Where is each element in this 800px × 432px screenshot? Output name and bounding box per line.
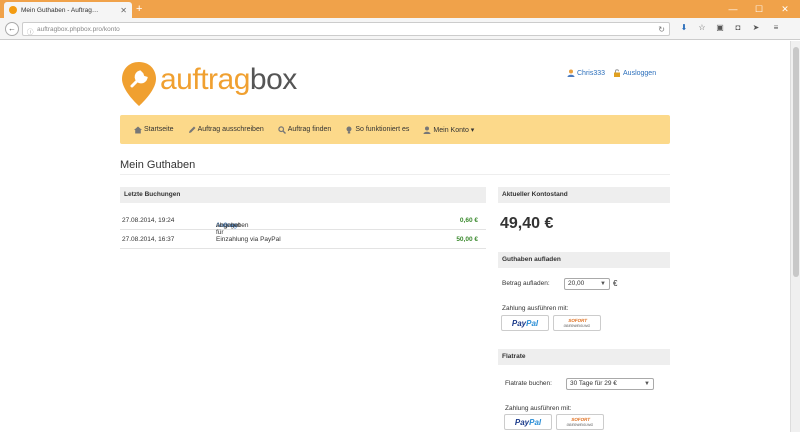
lightbulb-icon xyxy=(346,126,352,133)
booking-amount: 50,00 € xyxy=(456,236,478,243)
topup-heading: Guthaben aufladen xyxy=(498,252,670,268)
tab-close-icon[interactable]: ✕ xyxy=(120,6,127,15)
booking-amount: 0,60 € xyxy=(459,217,478,224)
hamburger-menu-icon[interactable]: ≡ xyxy=(770,23,782,32)
chevron-down-icon: ▼ xyxy=(644,381,650,387)
paypal-logo: PayPal xyxy=(514,417,542,427)
reload-icon[interactable]: ↻ xyxy=(658,25,665,34)
back-button[interactable]: ← xyxy=(5,22,19,36)
url-text: auftragbox.phpbox.pro/konto xyxy=(37,26,120,33)
info-icon: ⓘ xyxy=(27,29,34,36)
booking-description: Einzahlung via PayPal xyxy=(216,236,281,243)
menu-item-auftrag-finden[interactable]: Auftrag finden xyxy=(278,125,332,134)
menu-item-label: Startseite xyxy=(144,126,174,133)
chevron-down-icon: ▼ xyxy=(600,281,606,287)
balance-value: 49,40 € xyxy=(500,215,554,232)
menu-item-mein-konto[interactable]: Mein Konto ▾ xyxy=(423,126,474,134)
flatrate-select[interactable]: 30 Tage für 29 € ▼ xyxy=(566,378,654,390)
table-row: 27.08.2014, 16:37 Einzahlung via PayPal … xyxy=(120,231,486,249)
logout-label: Ausloggen xyxy=(623,69,657,77)
booking-date: 27.08.2014, 16:37 xyxy=(122,236,175,243)
topup-label: Betrag aufladen: xyxy=(502,280,550,287)
logo-text: auftragbox xyxy=(160,63,297,96)
browser-tab[interactable]: Mein Guthaben - Auftrag… ✕ xyxy=(4,2,132,18)
scrollbar-thumb[interactable] xyxy=(793,47,799,277)
pocket-icon[interactable]: ◘ xyxy=(732,23,744,32)
arrow-left-icon: ← xyxy=(8,24,16,33)
browser-titlebar: Mein Guthaben - Auftrag… ✕ + — ☐ ✕ xyxy=(0,0,800,18)
close-window-button[interactable]: ✕ xyxy=(772,0,798,18)
download-icon[interactable]: ⬇ xyxy=(678,23,690,32)
user-name: Chris333 xyxy=(577,69,606,77)
flatrate-sofort-button[interactable]: SOFORT ÜBERWEISUNG xyxy=(556,414,604,430)
sofort-logo: SOFORT ÜBERWEISUNG xyxy=(562,317,591,328)
menu-item-label: Mein Konto ▾ xyxy=(433,126,475,134)
flatrate-label: Flatrate buchen: xyxy=(505,380,552,387)
minimize-button[interactable]: — xyxy=(720,0,746,18)
flatrate-paypal-button[interactable]: PayPal xyxy=(504,414,552,430)
flatrate-heading: Flatrate xyxy=(498,349,670,365)
favicon-icon xyxy=(9,6,17,14)
topup-selected-value: 20,00 xyxy=(568,280,585,287)
page-content: auftragbox Chris333 Ausloggen Startseite… xyxy=(0,41,790,432)
site-logo[interactable]: auftragbox xyxy=(120,60,297,108)
user-profile-link[interactable]: Chris333 xyxy=(567,69,605,77)
pencil-icon xyxy=(188,126,196,133)
menu-item-label: So funktioniert es xyxy=(355,126,410,133)
title-divider xyxy=(120,174,670,175)
clipboard-icon[interactable]: ▣ xyxy=(714,23,726,32)
topup-currency: € xyxy=(613,279,618,288)
send-icon[interactable]: ➤ xyxy=(750,23,762,32)
menu-item-so-funktioniert-es[interactable]: So funktioniert es xyxy=(345,126,409,134)
flatrate-selected-value: 30 Tage für 29 € xyxy=(570,380,617,387)
menu-item-auftrag-ausschreiben[interactable]: Auftrag ausschreiben xyxy=(188,126,264,134)
menu-item-startseite[interactable]: Startseite xyxy=(134,126,174,134)
topup-sofort-button[interactable]: SOFORT ÜBERWEISUNG xyxy=(553,315,601,331)
lock-icon xyxy=(614,69,621,77)
topup-pay-label: Zahlung ausführen mit: xyxy=(502,305,569,312)
user-bar: Chris333 Ausloggen xyxy=(567,69,656,77)
browser-navbar: ← ⓘ auftragbox.phpbox.pro/konto ↻ ⬇ ☆ ▣ … xyxy=(0,18,800,40)
bookmark-star-icon[interactable]: ☆ xyxy=(696,23,708,32)
balance-heading: Aktueller Kontostand xyxy=(498,187,670,203)
tab-title: Mein Guthaben - Auftrag… xyxy=(21,6,99,14)
user-icon xyxy=(567,69,575,77)
bookings-heading: Letzte Buchungen xyxy=(120,187,486,203)
home-icon xyxy=(134,126,142,133)
search-icon xyxy=(278,125,286,134)
sofort-logo: SOFORT ÜBERWEISUNG xyxy=(565,416,594,427)
page-scrollbar[interactable] xyxy=(790,41,800,432)
logout-link[interactable]: Ausloggen xyxy=(613,69,656,77)
main-menu: Startseite Auftrag ausschreiben Auftrag … xyxy=(120,115,670,144)
user-icon xyxy=(423,126,431,134)
menu-item-label: Auftrag ausschreiben xyxy=(197,126,264,133)
paypal-logo: PayPal xyxy=(511,318,539,328)
booking-date: 27.08.2014, 19:24 xyxy=(122,217,175,224)
topup-paypal-button[interactable]: PayPal xyxy=(501,315,549,331)
topup-amount-select[interactable]: 20,00 ▼ xyxy=(564,278,610,290)
page-title: Mein Guthaben xyxy=(120,159,196,171)
flatrate-pay-label: Zahlung ausführen mit: xyxy=(505,405,572,412)
address-bar[interactable]: ⓘ auftragbox.phpbox.pro/konto ↻ xyxy=(22,22,670,36)
table-row: 27.08.2014, 19:24 Angebot für Auftrag ab… xyxy=(120,212,486,236)
wrench-pin-icon xyxy=(122,62,156,106)
maximize-button[interactable]: ☐ xyxy=(746,0,772,18)
menu-item-label: Auftrag finden xyxy=(287,126,332,133)
new-tab-button[interactable]: + xyxy=(136,2,142,16)
